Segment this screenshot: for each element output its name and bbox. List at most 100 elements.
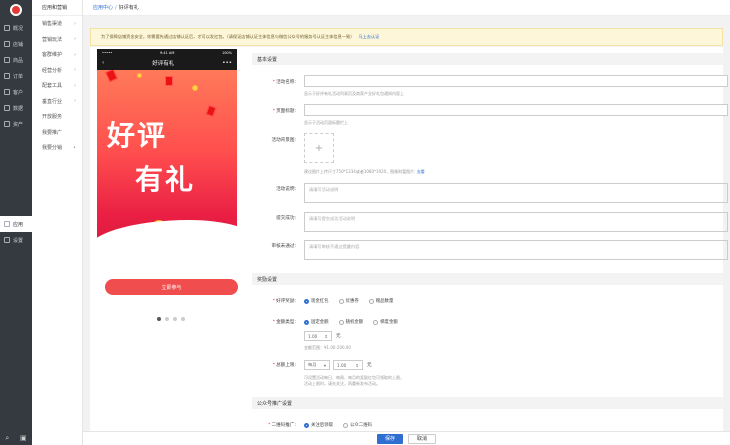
nav-item-overview[interactable]: 概况 [0,20,32,36]
secondary-sidebar-title: 应用和营销 [32,0,82,16]
carousel-dot[interactable] [173,317,177,321]
chevron-right-icon: › [74,82,76,89]
phone-page-title: 好评有礼 [152,61,175,67]
page-title-input[interactable] [304,104,728,116]
bg-example-link[interactable]: 去看 [417,169,425,174]
reward-type-label: *好评奖励: [272,299,296,304]
secondary-nav-item[interactable]: 客群维护 › [32,47,82,63]
qr-option-public[interactable]: 公众二维码 [342,422,372,428]
message-icon[interactable]: ▣ [20,434,27,442]
phone-preview: ••••• 9:41 AM 100% ‹ 好评有礼 ••• 好评 有礼 [97,49,237,261]
page-title-hint: 显示于活动页面标题栏上 [304,120,348,125]
amount-type-random[interactable]: 随机金额 [338,319,363,325]
amount-hint: 金额范围：¥1.00-200.00 [304,345,351,350]
red-envelope-icon [165,76,173,86]
asset-icon [4,121,10,127]
limit-amount-input[interactable]: 1.00 ⇕ [333,360,363,370]
store-icon [4,41,10,47]
search-icon[interactable]: ⌕ [5,434,9,443]
secondary-nav-item[interactable]: 经营分析 › [32,63,82,79]
carousel-dot[interactable] [157,317,161,321]
chevron-right-icon: • [73,144,76,151]
nav-item-label: 商品 [13,57,24,64]
nav-item-label: 设置 [13,237,24,244]
nav-item-settings[interactable]: 设置 [0,232,32,248]
overview-icon [4,25,10,31]
settings-icon [4,237,10,243]
amount-type-fixed[interactable]: 固定金额 [304,319,329,325]
nav-item-asset[interactable]: 资产 [0,116,32,132]
nav-item-label: 应用 [13,221,24,228]
cancel-button[interactable]: 取消 [408,433,437,444]
chevron-right-icon: › [74,67,76,74]
secondary-nav-item[interactable]: 销售渠道 › [32,16,82,32]
verify-now-link[interactable]: 马上去认证 [358,34,379,40]
join-now-button[interactable]: 立即参与 [105,279,238,295]
nav-item-label: 订单 [13,73,24,80]
form-footer: 保存 取消 [83,431,730,445]
reward-type-group: 现金红包 优惠券 赠品数量 [304,298,393,304]
qr-option-group: 关注后领取 公众二维码 [304,422,372,428]
secondary-nav-label: 垂直行业 [42,98,63,105]
amount-type-group: 固定金额 随机金额 梯度金额 [304,319,398,325]
fail-label: 审核未通过: [271,244,296,249]
fail-textarea[interactable]: 请填写审核不通过提醒内容 [304,240,728,260]
nav-item-customer[interactable]: 客户 [0,84,32,100]
nav-item-data[interactable]: 数据 [0,100,32,116]
carousel-dot[interactable] [165,317,169,321]
stepper-icon: ⇕ [355,362,359,368]
nav-item-app[interactable]: 应用 [0,216,32,232]
secondary-nav-item[interactable]: 垂直行业 › [32,94,82,110]
chevron-right-icon: › [74,20,76,27]
breadcrumb-parent-link[interactable]: 应用中心 [93,4,113,11]
carousel-dot[interactable] [181,317,185,321]
nav-item-store[interactable]: 店铺 [0,36,32,52]
secondary-nav-label: 我要分销 [42,145,63,152]
app-icon [4,221,10,227]
back-icon: ‹ [102,60,105,66]
nav-item-label: 数据 [13,105,24,112]
verification-notice: 为了保障店铺资金安全，你需要先通过店铺认证后，才可以发红包。（请保证店铺认证主体… [90,28,723,46]
secondary-nav-label: 经营分析 [42,67,63,74]
store-logo[interactable] [0,0,32,20]
reward-type-cash[interactable]: 现金红包 [304,298,329,304]
secondary-nav-item[interactable]: 配套工具 › [32,78,82,94]
chevron-right-icon: › [74,51,76,58]
success-textarea[interactable]: 请填写提交成功活动说明 [304,212,728,232]
reward-type-coupon[interactable]: 优惠券 [338,298,359,304]
primary-sidebar: 概况 店铺商品订单客户数据资产应用设置 ⌕ ▣ [0,0,32,445]
upload-image-button[interactable]: + [304,133,334,163]
qr-label: *二维码推广: [268,423,296,428]
nav-item-label: 资产 [13,121,24,128]
secondary-nav-item[interactable]: 我要分销 • [32,140,82,156]
secondary-nav-item[interactable]: 我要推广 [32,125,82,141]
data-icon [4,105,10,111]
secondary-nav-label: 开放服务 [42,114,63,121]
carousel-dots [157,317,185,321]
qr-option-follow[interactable]: 关注后领取 [304,422,333,428]
save-button[interactable]: 保存 [376,433,403,444]
poster-title-line1: 好评 [107,119,168,152]
more-icon: ••• [222,60,232,66]
notice-text: 为了保障店铺资金安全，你需要先通过店铺认证后，才可以发红包。（请保证店铺认证主体… [101,34,355,39]
nav-item-label: 客户 [13,89,24,96]
amount-type-label: *金额类型: [272,320,296,325]
description-textarea[interactable]: 请填写活动说明 [304,183,728,203]
phone-title-bar: ‹ 好评有礼 ••• [97,56,237,70]
name-hint: 显示于好评有礼活动列表页及商家产业好礼包通知内容上 [304,91,404,96]
poster-wave [97,220,237,254]
amount-input[interactable]: 1.00 ⇕ [304,331,332,341]
limit-period-select[interactable]: 每月 ▾ [304,360,330,370]
coin-icon [192,85,198,91]
sidebar-bottom-tools: ⌕ ▣ [0,431,32,445]
secondary-nav-item[interactable]: 开放服务 [32,109,82,125]
phone-status-bar: ••••• 9:41 AM 100% [97,49,237,56]
activity-name-input[interactable] [304,75,728,87]
main-content: 应用中心 / 好评有礼 为了保障店铺资金安全，你需要先通过店铺认证后，才可以发红… [83,0,730,445]
secondary-nav-item[interactable]: 营销玩法 › [32,32,82,48]
amount-type-tiered[interactable]: 梯度金额 [373,319,398,325]
nav-item-order[interactable]: 订单 [0,68,32,84]
nav-item-goods[interactable]: 商品 [0,52,32,68]
reward-type-gift[interactable]: 赠品数量 [368,298,393,304]
success-label: 提交成功: [276,216,296,221]
